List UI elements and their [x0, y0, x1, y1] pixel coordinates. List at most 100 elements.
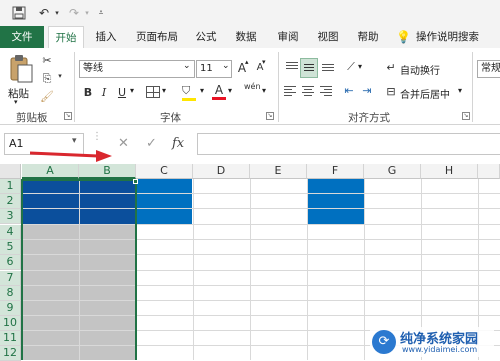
row-header-10[interactable]: 10: [0, 316, 21, 331]
column-header-a[interactable]: A: [22, 164, 79, 179]
tab-file[interactable]: 文件: [0, 26, 44, 48]
undo-icon[interactable]: ↶: [36, 5, 52, 21]
format-painter-icon[interactable]: 🖌: [40, 90, 54, 103]
chevron-down-icon[interactable]: ⌄: [222, 61, 230, 71]
fill-handle[interactable]: [133, 179, 138, 184]
group-divider: [472, 52, 473, 122]
align-left-icon[interactable]: [284, 86, 298, 98]
column-header-e[interactable]: E: [250, 164, 307, 179]
formula-input[interactable]: [197, 133, 500, 155]
align-right-icon[interactable]: [320, 86, 334, 98]
font-launcher-icon[interactable]: ↘: [266, 112, 274, 120]
align-bottom-icon[interactable]: [320, 62, 336, 78]
row-header-9[interactable]: 9: [0, 301, 21, 316]
phonetic-dropdown-icon[interactable]: ▾: [262, 86, 266, 95]
row-header-8[interactable]: 8: [0, 286, 21, 301]
customize-quick-access-icon[interactable]: ⩡: [96, 5, 106, 21]
orientation-icon[interactable]: ⟋: [344, 60, 358, 74]
bold-button[interactable]: B: [82, 86, 94, 99]
column-header-partial[interactable]: [478, 164, 500, 179]
copy-dropdown-icon[interactable]: ▾: [56, 72, 64, 80]
borders-dropdown-icon[interactable]: ▾: [162, 86, 166, 95]
column-header-g[interactable]: G: [364, 164, 421, 179]
underline-dropdown-icon[interactable]: ▾: [130, 86, 134, 95]
paste-dropdown-icon[interactable]: ▾: [14, 98, 24, 106]
row-header-12[interactable]: 12: [0, 346, 21, 361]
row-header-6[interactable]: 6: [0, 255, 21, 270]
align-center-icon[interactable]: [302, 86, 316, 98]
redo-icon[interactable]: ↷: [66, 5, 82, 21]
cut-icon[interactable]: ✂: [40, 54, 54, 67]
tab-page-layout[interactable]: 页面布局: [130, 26, 184, 48]
row-header-5[interactable]: 5: [0, 240, 21, 255]
column-header-f[interactable]: F: [307, 164, 364, 179]
row-header-11[interactable]: 11: [0, 331, 21, 346]
decrease-arrow-icon: ▾: [262, 58, 266, 66]
enter-edit-button[interactable]: ✓: [146, 136, 157, 151]
row-header-2[interactable]: 2: [0, 194, 21, 209]
watermark-logo-icon: ⟳: [372, 330, 396, 354]
fill-color-icon[interactable]: ⛉: [182, 84, 198, 101]
save-icon[interactable]: [10, 5, 28, 21]
merge-center-icon[interactable]: ⊟: [384, 85, 398, 98]
fill-color-dropdown-icon[interactable]: ▾: [200, 86, 204, 95]
merge-center-button[interactable]: 合并后居中: [400, 86, 450, 101]
increase-arrow-icon: ▴: [245, 58, 249, 66]
tab-review[interactable]: 审阅: [272, 26, 304, 48]
phonetic-guide-icon[interactable]: wén: [244, 82, 261, 91]
name-box-dropdown-icon[interactable]: ▾: [72, 136, 77, 146]
column-header-h[interactable]: H: [421, 164, 478, 179]
selection-border: [21, 179, 137, 360]
filled-range-f1-f3: [307, 179, 364, 225]
redo-dropdown-icon[interactable]: ▾: [82, 5, 92, 21]
align-middle-icon[interactable]: [300, 58, 318, 78]
insert-function-button[interactable]: fx: [172, 136, 184, 151]
cancel-edit-button[interactable]: ✕: [118, 136, 129, 151]
copy-icon[interactable]: ⎘: [40, 72, 54, 86]
tab-help[interactable]: 帮助: [352, 26, 384, 48]
gridline: [307, 179, 308, 360]
decrease-indent-icon[interactable]: ⇤: [342, 84, 356, 97]
formula-bar-grip-icon[interactable]: ⋮: [92, 132, 102, 142]
underline-button[interactable]: U: [116, 86, 128, 99]
gridline: [250, 179, 251, 360]
row-header-7[interactable]: 7: [0, 271, 21, 286]
tell-me-search[interactable]: 操作说明搜索: [416, 26, 500, 48]
wrap-text-button[interactable]: 自动换行: [400, 62, 440, 77]
row-header-1[interactable]: 1: [0, 179, 21, 194]
alignment-launcher-icon[interactable]: ↘: [462, 112, 470, 120]
font-color-dropdown-icon[interactable]: ▾: [228, 86, 232, 95]
merge-dropdown-icon[interactable]: ▾: [458, 86, 462, 95]
red-arrow-annotation: [29, 150, 112, 165]
chevron-down-icon[interactable]: ⌄: [183, 61, 191, 71]
group-divider: [278, 52, 279, 122]
number-format-select[interactable]: 常规: [477, 60, 500, 78]
alignment-group-label: 对齐方式: [348, 112, 390, 124]
orientation-dropdown-icon[interactable]: ▾: [358, 62, 362, 71]
select-all-corner[interactable]: [0, 164, 21, 179]
filled-range-c1-c3: [137, 179, 192, 225]
borders-icon[interactable]: [146, 86, 160, 98]
watermark: ⟳ 纯净系统家园 www.yidaimei.com: [370, 327, 494, 357]
increase-indent-icon[interactable]: ⇥: [360, 84, 374, 97]
tab-data[interactable]: 数据: [230, 26, 262, 48]
column-header-b[interactable]: B: [79, 164, 136, 179]
tab-home[interactable]: 开始: [48, 26, 84, 48]
column-header-c[interactable]: C: [136, 164, 193, 179]
paste-icon[interactable]: [8, 54, 34, 84]
tab-insert[interactable]: 插入: [88, 26, 124, 48]
font-color-icon[interactable]: A: [212, 83, 226, 100]
tab-view[interactable]: 视图: [312, 26, 344, 48]
clipboard-launcher-icon[interactable]: ↘: [64, 112, 72, 120]
gridline: [364, 179, 365, 360]
column-header-d[interactable]: D: [193, 164, 250, 179]
group-divider: [74, 52, 75, 122]
italic-button[interactable]: I: [98, 86, 110, 99]
align-top-icon[interactable]: [284, 60, 300, 76]
row-header-4[interactable]: 4: [0, 225, 21, 240]
font-name-select[interactable]: 等线: [79, 60, 195, 78]
undo-dropdown-icon[interactable]: ▾: [52, 5, 62, 21]
tab-formulas[interactable]: 公式: [190, 26, 222, 48]
row-header-3[interactable]: 3: [0, 209, 21, 224]
wrap-text-icon[interactable]: ↵: [384, 61, 398, 74]
